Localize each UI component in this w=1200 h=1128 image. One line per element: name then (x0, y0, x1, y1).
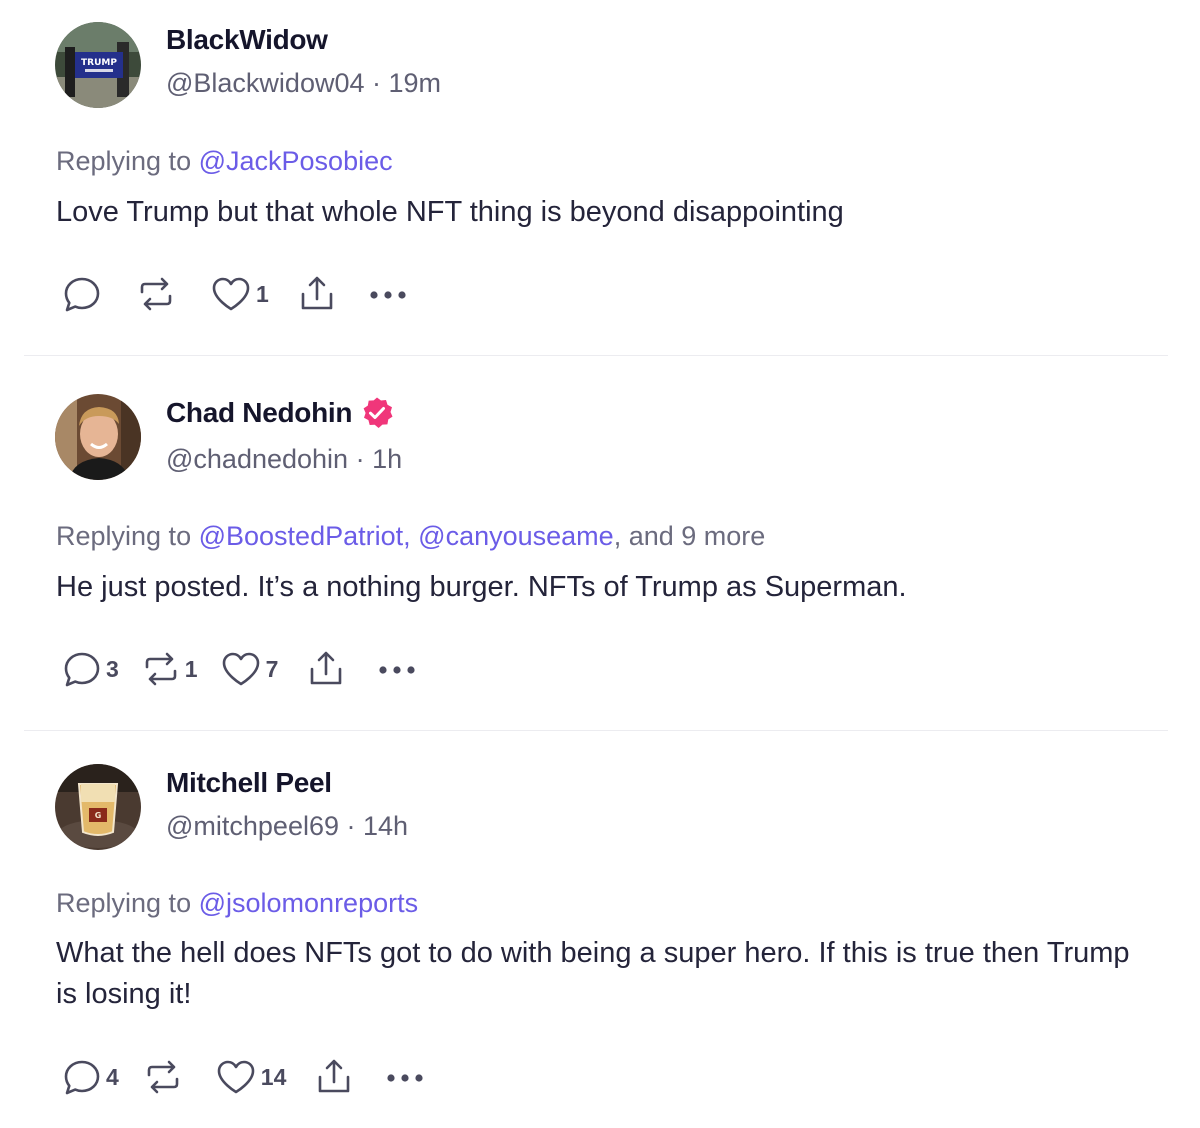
timestamp[interactable]: 1h (372, 444, 402, 474)
post-chadnedohin[interactable]: Chad Nedohin @chadnedohin · 1h Replying … (0, 356, 1200, 731)
share-icon (319, 1059, 350, 1093)
replying-to: Replying to @BoostedPatriot, @canyouseam… (56, 521, 766, 551)
avatar-image: G (55, 764, 141, 850)
reply-button[interactable] (62, 274, 102, 314)
reply-count: 4 (106, 1063, 119, 1090)
display-name[interactable]: BlackWidow (166, 24, 328, 56)
reply-count: 3 (106, 655, 119, 682)
avatar[interactable]: G (55, 764, 141, 850)
avatar-image (55, 394, 141, 480)
reply-icon (64, 1060, 100, 1095)
avatar[interactable]: TRUMP (55, 22, 141, 108)
avatar[interactable] (55, 394, 141, 480)
like-count: 1 (256, 280, 269, 307)
action-bar: 4 14 (62, 1055, 426, 1099)
mention-link[interactable]: @canyouseame (418, 521, 614, 551)
more-button[interactable] (376, 649, 418, 689)
mention-link[interactable]: @BoostedPatriot (199, 521, 404, 551)
more-mentions[interactable]: and 9 more (629, 521, 766, 551)
repost-icon (145, 652, 177, 686)
post-blackwidow[interactable]: TRUMP BlackWidow @Blackwidow04 · 19m Rep… (0, 0, 1200, 356)
svg-text:G: G (95, 811, 102, 820)
separator: · (339, 811, 363, 841)
mention-link[interactable]: @JackPosobiec (199, 146, 393, 176)
display-name-text[interactable]: BlackWidow (166, 24, 328, 56)
repost-button[interactable] (136, 274, 176, 314)
reply-icon (64, 652, 100, 687)
like-icon (217, 1060, 255, 1094)
share-icon (311, 651, 342, 685)
repost-icon (147, 1060, 179, 1094)
mention-link[interactable]: @jsolomonreports (199, 888, 419, 918)
repost-button[interactable] (143, 1057, 183, 1097)
more-button[interactable] (384, 1057, 426, 1097)
action-bar: 1 (62, 272, 409, 316)
reply-button[interactable]: 4 (62, 1057, 119, 1097)
post-text: What the hell does NFTs got to do with b… (56, 937, 1130, 1010)
like-button[interactable]: 7 (220, 649, 279, 689)
display-name-text[interactable]: Mitchell Peel (166, 767, 332, 799)
replying-label: Replying to (56, 146, 192, 176)
handle-line: @Blackwidow04 · 19m (166, 68, 441, 99)
display-name[interactable]: Chad Nedohin (166, 396, 394, 430)
replying-to: Replying to @JackPosobiec (56, 146, 393, 177)
handle[interactable]: @chadnedohin (166, 444, 348, 474)
like-count: 14 (260, 1063, 287, 1090)
handle-line: @chadnedohin · 1h (166, 444, 402, 475)
handle[interactable]: @Blackwidow04 (166, 68, 365, 98)
share-button[interactable] (297, 274, 337, 314)
timestamp[interactable]: 19m (389, 68, 442, 98)
reply-icon (64, 277, 100, 312)
repost-count: 1 (184, 655, 198, 682)
separator: · (348, 444, 373, 474)
like-icon (212, 277, 250, 311)
display-name-text[interactable]: Chad Nedohin (166, 397, 352, 429)
action-bar: 3 1 7 (62, 647, 418, 691)
share-button[interactable] (306, 649, 346, 689)
avatar-sign-text: TRUMP (81, 58, 117, 68)
share-icon (301, 276, 333, 310)
handle[interactable]: @mitchpeel69 (166, 811, 339, 841)
share-button[interactable] (314, 1057, 354, 1097)
replying-to: Replying to @jsolomonreports (56, 888, 418, 919)
display-name[interactable]: Mitchell Peel (166, 767, 332, 799)
like-count: 7 (265, 655, 279, 682)
separator: · (364, 68, 389, 98)
verified-icon (363, 397, 393, 428)
like-button[interactable]: 1 (210, 274, 269, 314)
repost-icon (140, 277, 172, 311)
post-text: He just posted. It’s a nothing burger. N… (56, 571, 907, 603)
timestamp[interactable]: 14h (363, 811, 408, 841)
repost-button[interactable]: 1 (141, 649, 198, 689)
avatar-image: TRUMP (55, 22, 141, 108)
reply-button[interactable]: 3 (62, 649, 119, 689)
replying-label: Replying to (56, 521, 192, 551)
more-icon (387, 1074, 423, 1082)
more-icon (370, 291, 406, 299)
like-button[interactable]: 14 (215, 1057, 287, 1097)
more-button[interactable] (367, 274, 409, 314)
like-icon (222, 652, 259, 686)
handle-line: @mitchpeel69 · 14h (166, 811, 408, 842)
post-text: Love Trump but that whole NFT thing is b… (56, 196, 844, 228)
post-mitchpeel[interactable]: G Mitchell Peel @mitchpeel69 · 14h Reply… (0, 731, 1200, 1128)
more-icon (379, 666, 415, 674)
replying-label: Replying to (56, 888, 192, 918)
